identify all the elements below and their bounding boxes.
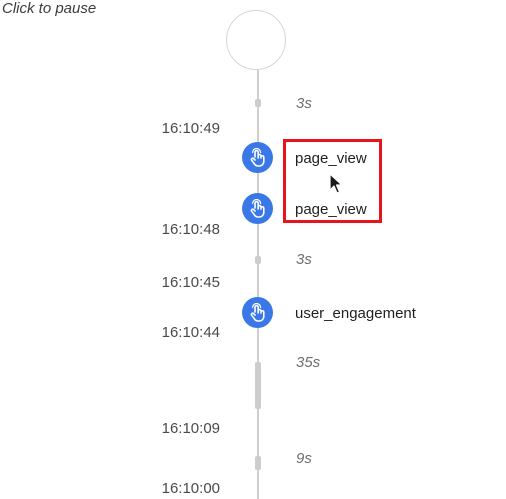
duration-tick (255, 256, 261, 264)
event-label-user-engagement[interactable]: user_engagement (295, 305, 416, 322)
timeline-line (257, 68, 259, 499)
debug-timeline-view: Click to pause 3s 3s 35s 9s 16:10:49 16:… (0, 0, 506, 499)
timestamp: 16:10:45 (161, 274, 220, 291)
duration-label: 9s (296, 450, 312, 467)
timeline-start-circle (226, 10, 286, 70)
timestamp: 16:10:44 (161, 324, 220, 341)
click-to-pause-button[interactable]: Click to pause (2, 0, 96, 17)
touch-icon (250, 147, 265, 167)
touch-icon (250, 302, 265, 322)
duration-tick (255, 99, 261, 107)
duration-label: 35s (296, 354, 321, 371)
event-icon-page-view[interactable] (242, 193, 273, 224)
duration-tick (255, 362, 261, 409)
event-icon-user-engagement[interactable] (242, 297, 273, 328)
duration-label: 3s (296, 251, 312, 268)
mouse-cursor-icon (329, 173, 343, 194)
timestamp: 16:10:48 (161, 221, 220, 238)
timestamp: 16:10:49 (161, 120, 220, 137)
timestamp: 16:10:00 (161, 480, 220, 497)
event-icon-page-view[interactable] (242, 142, 273, 173)
duration-tick (255, 456, 261, 470)
timestamp: 16:10:09 (161, 420, 220, 437)
touch-icon (250, 198, 265, 218)
duration-label: 3s (296, 95, 312, 112)
